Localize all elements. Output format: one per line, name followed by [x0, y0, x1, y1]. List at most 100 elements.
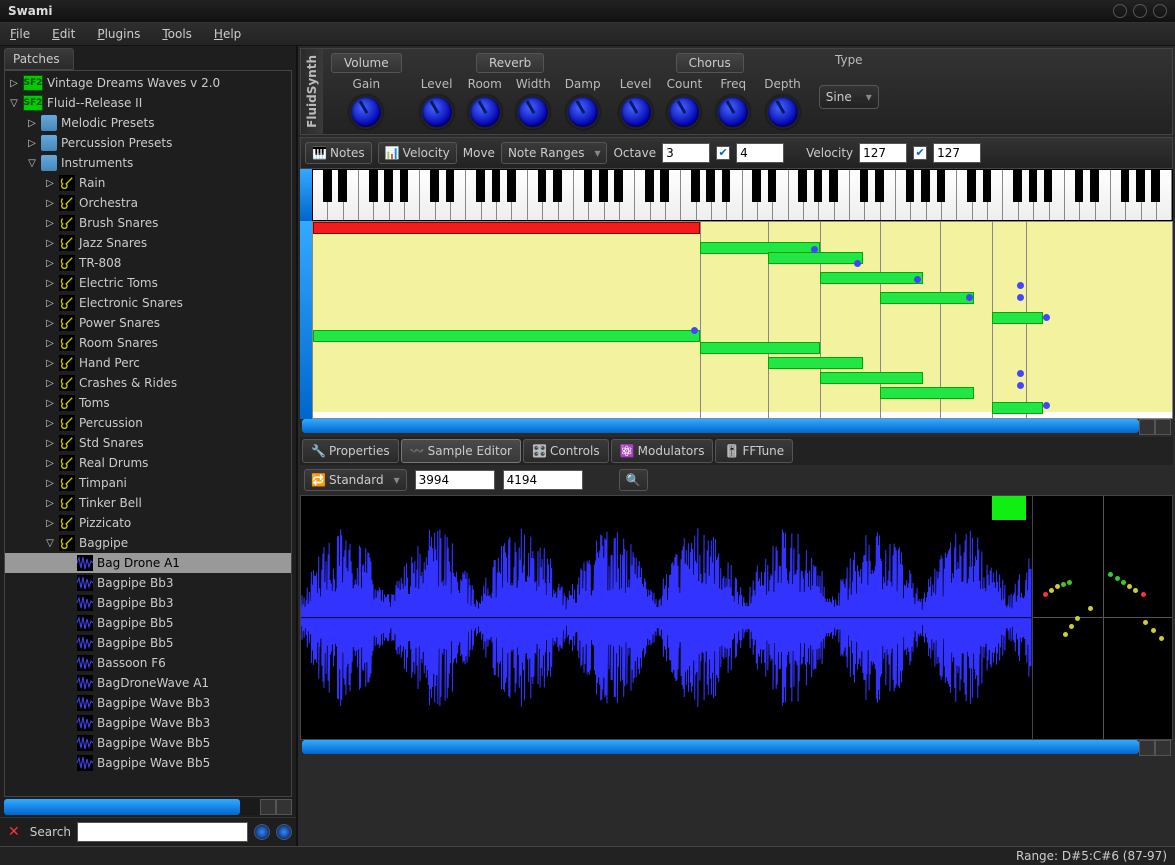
zoom-fit-button[interactable]: 🔍 — [619, 469, 648, 491]
tree-row[interactable]: Brush Snares — [5, 213, 291, 233]
knob-level[interactable] — [420, 95, 454, 129]
loop-marker[interactable] — [992, 496, 1026, 520]
tree-row[interactable]: Crashes & Rides — [5, 373, 291, 393]
knob-room[interactable] — [468, 95, 502, 129]
tree-row[interactable]: Bagpipe Wave Bb3 — [5, 693, 291, 713]
expand-arrow-icon[interactable] — [45, 478, 55, 489]
knob-depth[interactable] — [766, 95, 800, 129]
menu-plugins[interactable]: Plugins — [93, 25, 144, 43]
tree-row[interactable]: Bag Drone A1 — [5, 553, 291, 573]
tree-row[interactable]: Bagpipe Wave Bb5 — [5, 733, 291, 753]
knob-damp[interactable] — [566, 95, 600, 129]
knob-count[interactable] — [667, 95, 701, 129]
piano-keyboard[interactable] — [312, 169, 1173, 221]
expand-arrow-icon[interactable] — [45, 178, 55, 189]
loop-crossfade-view[interactable] — [1032, 496, 1172, 739]
patches-tab[interactable]: Patches — [4, 48, 74, 70]
velocity-link-check[interactable]: ✔ — [913, 146, 927, 160]
expand-arrow-icon[interactable] — [45, 438, 55, 449]
expand-arrow-icon[interactable] — [45, 338, 55, 349]
tree-row[interactable]: Bassoon F6 — [5, 653, 291, 673]
octave-high-input[interactable] — [736, 143, 784, 163]
expand-arrow-icon[interactable] — [45, 238, 55, 249]
zone-bar[interactable] — [700, 342, 820, 354]
zone-bar[interactable] — [768, 357, 862, 369]
knob-level[interactable] — [619, 95, 653, 129]
expand-arrow-icon[interactable] — [27, 158, 37, 169]
notes-button[interactable]: 🎹Notes — [305, 142, 372, 164]
tree-row[interactable]: Power Snares — [5, 313, 291, 333]
knob-gain[interactable] — [349, 95, 383, 129]
tree-row[interactable]: Percussion Presets — [5, 133, 291, 153]
expand-arrow-icon[interactable] — [45, 198, 55, 209]
tree-row[interactable]: SF2Vintage Dreams Waves v 2.0 — [5, 73, 291, 93]
zone-bar[interactable] — [313, 222, 700, 234]
expand-arrow-icon[interactable] — [45, 258, 55, 269]
tree-row[interactable]: Bagpipe Wave Bb3 — [5, 713, 291, 733]
tree-row[interactable]: Timpani — [5, 473, 291, 493]
search-prev-button[interactable] — [254, 824, 270, 840]
wave-hscroll[interactable] — [302, 740, 1171, 754]
zone-bar[interactable] — [768, 252, 862, 264]
zone-bar[interactable] — [820, 372, 923, 384]
expand-arrow-icon[interactable] — [27, 138, 37, 149]
tree-row[interactable]: Percussion — [5, 413, 291, 433]
expand-arrow-icon[interactable] — [45, 298, 55, 309]
expand-arrow-icon[interactable] — [45, 318, 55, 329]
patch-tree[interactable]: SF2Vintage Dreams Waves v 2.0SF2Fluid--R… — [4, 70, 292, 797]
menu-edit[interactable]: Edit — [48, 25, 79, 43]
tree-row[interactable]: TR-808 — [5, 253, 291, 273]
minimize-button[interactable] — [1113, 4, 1127, 18]
search-next-button[interactable] — [276, 824, 292, 840]
expand-arrow-icon[interactable] — [9, 78, 19, 89]
zones-hscroll[interactable] — [302, 419, 1171, 433]
tab-modulators[interactable]: ⚛️Modulators — [611, 439, 714, 463]
menu-file[interactable]: File — [6, 25, 34, 43]
clear-search-icon[interactable]: ✕ — [4, 824, 24, 840]
expand-arrow-icon[interactable] — [45, 498, 55, 509]
tree-row[interactable]: Bagpipe — [5, 533, 291, 553]
zone-bar[interactable] — [992, 402, 1044, 414]
menu-help[interactable]: Help — [210, 25, 245, 43]
expand-arrow-icon[interactable] — [45, 378, 55, 389]
zone-bar[interactable] — [992, 312, 1044, 324]
tree-row[interactable]: Std Snares — [5, 433, 291, 453]
tree-row[interactable]: Electronic Snares — [5, 293, 291, 313]
tree-row[interactable]: Bagpipe Bb3 — [5, 573, 291, 593]
expand-arrow-icon[interactable] — [45, 358, 55, 369]
tab-controls[interactable]: 🎛️Controls — [523, 439, 609, 463]
loop-mode-select[interactable]: 🔁Standard▾ — [304, 469, 407, 491]
loop-start-input[interactable] — [415, 470, 495, 490]
tab-sample-editor[interactable]: 〰️Sample Editor — [401, 439, 521, 463]
tree-row[interactable]: Tinker Bell — [5, 493, 291, 513]
zone-bar[interactable] — [880, 292, 974, 304]
zone-bar[interactable] — [820, 272, 923, 284]
tree-row[interactable]: Bagpipe Wave Bb5 — [5, 753, 291, 773]
close-button[interactable] — [1153, 4, 1167, 18]
tree-row[interactable]: Bagpipe Bb5 — [5, 633, 291, 653]
note-ranges-select[interactable]: Note Ranges▾ — [501, 142, 608, 164]
knob-freq[interactable] — [716, 95, 750, 129]
tree-row[interactable]: Toms — [5, 393, 291, 413]
octave-low-input[interactable] — [662, 143, 710, 163]
tree-row[interactable]: Room Snares — [5, 333, 291, 353]
expand-arrow-icon[interactable] — [45, 538, 55, 549]
tree-row[interactable]: Orchestra — [5, 193, 291, 213]
sample-editor[interactable] — [300, 495, 1173, 740]
expand-arrow-icon[interactable] — [45, 218, 55, 229]
velocity-high-input[interactable] — [933, 143, 981, 163]
tree-hscroll[interactable] — [4, 799, 292, 815]
expand-arrow-icon[interactable] — [9, 98, 19, 109]
expand-arrow-icon[interactable] — [45, 278, 55, 289]
velocity-low-input[interactable] — [859, 143, 907, 163]
menu-tools[interactable]: Tools — [158, 25, 196, 43]
tree-row[interactable]: Electric Toms — [5, 273, 291, 293]
tab-fftune[interactable]: 🎚️FFTune — [715, 439, 793, 463]
maximize-button[interactable] — [1133, 4, 1147, 18]
tree-row[interactable]: Hand Perc — [5, 353, 291, 373]
expand-arrow-icon[interactable] — [45, 518, 55, 529]
tab-properties[interactable]: 🔧Properties — [302, 439, 399, 463]
search-input[interactable] — [77, 822, 248, 842]
knob-width[interactable] — [516, 95, 550, 129]
tree-row[interactable]: Melodic Presets — [5, 113, 291, 133]
